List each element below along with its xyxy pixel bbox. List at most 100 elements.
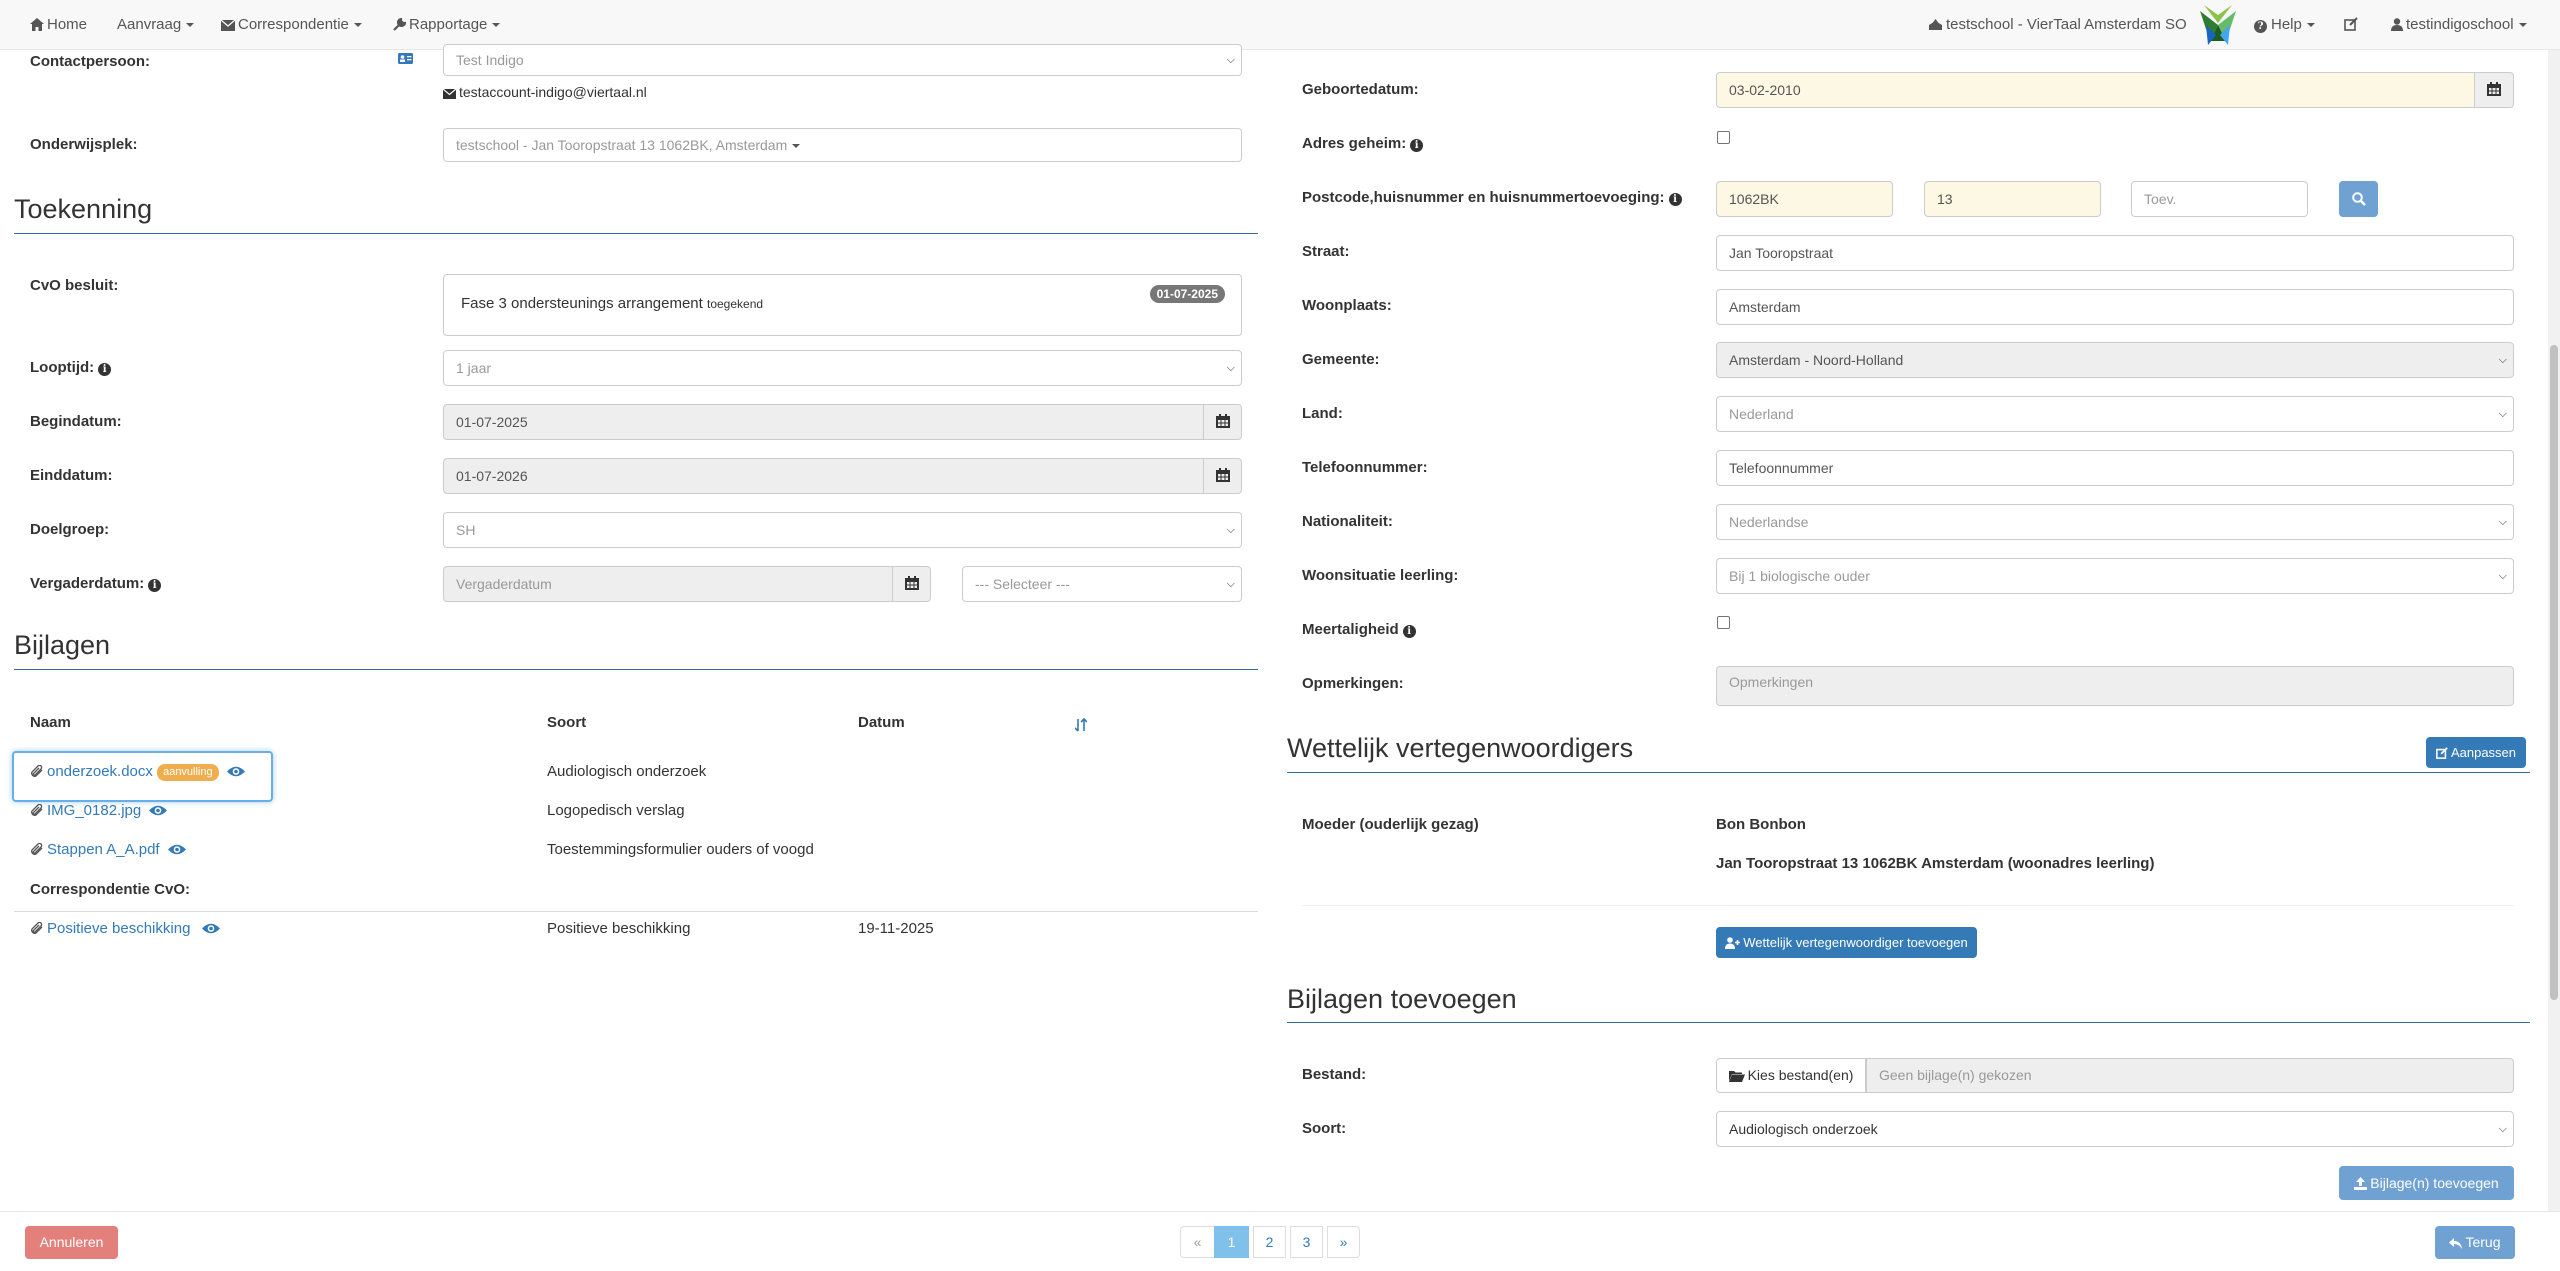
wv-add-label: Wettelijk vertegenwoordiger toevoegen [1743, 935, 1968, 950]
begindatum-calendar-button[interactable] [1203, 404, 1242, 440]
terug-button[interactable]: Terug [2435, 1226, 2515, 1259]
einddatum-label: Einddatum: [30, 467, 113, 484]
geboortedatum-calendar-button[interactable] [2474, 72, 2514, 108]
gemeente-select[interactable]: Amsterdam - Noord-Holland ⌵ [1716, 342, 2514, 378]
nav-home[interactable]: Home [30, 0, 87, 50]
wv-add-button[interactable]: Wettelijk vertegenwoordiger toevoegen [1716, 927, 1977, 958]
pagination-page-2[interactable]: 2 [1253, 1226, 1286, 1258]
pagination-next[interactable]: » [1327, 1226, 1360, 1258]
opmerkingen-textarea[interactable]: Opmerkingen [1716, 666, 2514, 706]
postcode-search-button[interactable] [2339, 181, 2378, 217]
scrollbar-thumb[interactable] [2550, 345, 2558, 1000]
info-icon[interactable]: i [1668, 193, 1682, 206]
land-select[interactable]: Nederland ⌵ [1716, 396, 2514, 432]
chevron-down-icon: ⌵ [1226, 54, 1235, 66]
woonsituatie-select[interactable]: Bij 1 biologische ouder ⌵ [1716, 558, 2514, 594]
info-icon[interactable]: i [148, 579, 162, 592]
bestand-filename-input[interactable]: Geen bijlage(n) gekozen [1866, 1058, 2514, 1093]
nationaliteit-select[interactable]: Nederlandse ⌵ [1716, 504, 2514, 540]
adres-geheim-checkbox[interactable] [1717, 131, 1730, 144]
eye-icon[interactable] [226, 765, 246, 778]
doelgroep-select[interactable]: SH ⌵ [443, 512, 1242, 548]
onderwijsplek-label: Onderwijsplek: [30, 136, 138, 153]
bijlagen-toevoegen-button[interactable]: Bijlage(n) toevoegen [2339, 1166, 2514, 1200]
user-icon [2391, 18, 2403, 31]
file-link[interactable]: Stappen A_A.pdf [47, 841, 160, 858]
contactpersoon-select[interactable]: Test Indigo ⌵ [443, 44, 1242, 76]
caret-down-icon [186, 23, 195, 28]
info-icon[interactable]: i [1402, 625, 1416, 638]
telefoon-input[interactable]: Telefoonnummer [1716, 450, 2514, 486]
contactpersoon-label: Contactpersoon: [30, 53, 150, 70]
meertaligheid-checkbox[interactable] [1717, 616, 1730, 629]
file-row[interactable]: Stappen A_A.pdf [30, 841, 190, 858]
pagination-page-1[interactable]: 1 [1214, 1226, 1249, 1258]
annuleren-button[interactable]: Annuleren [25, 1226, 118, 1259]
wv-role: Moeder (ouderlijk gezag) [1302, 816, 1479, 833]
chevron-down-icon: ⌵ [1226, 578, 1235, 590]
nav-school[interactable]: testschool - VierTaal Amsterdam SO [1928, 0, 2187, 50]
pagination-prev[interactable]: « [1180, 1226, 1215, 1258]
adres-geheim-label-text: Adres geheim: [1302, 135, 1407, 152]
woonplaats-input[interactable]: Amsterdam [1716, 289, 2514, 325]
vergaderdatum-calendar-button[interactable] [892, 566, 931, 602]
gemeente-value: Amsterdam - Noord-Holland [1729, 352, 1904, 368]
nav-help[interactable]: ? Help [2254, 0, 2315, 50]
eye-icon[interactable] [167, 843, 187, 856]
col-naam[interactable]: Naam [30, 714, 71, 731]
looptijd-label: Looptijd: i [30, 359, 112, 376]
nav-correspondentie[interactable]: Correspondentie [221, 0, 362, 50]
begindatum-input[interactable]: 01-07-2025 [443, 404, 1204, 440]
soort-select[interactable]: Audiologisch onderzoek ⌵ [1716, 1111, 2514, 1147]
sort-icon[interactable] [1074, 717, 1088, 736]
geboortedatum-value: 03-02-2010 [1729, 82, 1801, 98]
col-soort[interactable]: Soort [547, 714, 586, 731]
scrollbar-track[interactable] [2548, 50, 2560, 1211]
straat-label: Straat: [1302, 243, 1350, 260]
straat-input[interactable]: Jan Tooropstraat [1716, 235, 2514, 271]
looptijd-select[interactable]: 1 jaar ⌵ [443, 350, 1242, 386]
nav-edit[interactable] [2344, 0, 2361, 50]
wv-address: Jan Tooropstraat 13 1062BK Amsterdam (wo… [1716, 855, 2155, 872]
nav-help-label: Help [2271, 16, 2302, 33]
contact-card-icon[interactable] [398, 51, 413, 68]
toekenning-title: Toekenning [14, 194, 153, 224]
caret-down-icon [2518, 23, 2527, 28]
cvo-besluit-title: Fase 3 ondersteunings arrangement [461, 295, 703, 312]
bijlagen-toevoegen-label: Bijlage(n) toevoegen [2370, 1175, 2499, 1191]
geboortedatum-input[interactable]: 03-02-2010 [1716, 72, 2475, 108]
einddatum-input[interactable]: 01-07-2026 [443, 458, 1204, 494]
question-circle-icon: ? [2254, 20, 2267, 33]
file-row[interactable]: onderzoek.docx aanvulling [30, 763, 249, 781]
kies-bestand-button[interactable]: Kies bestand(en) [1716, 1058, 1866, 1093]
woonplaats-value: Amsterdam [1729, 299, 1801, 315]
eye-icon[interactable] [148, 804, 168, 817]
wv-name: Bon Bonbon [1716, 816, 1806, 833]
info-icon[interactable]: i [1410, 139, 1424, 152]
nav-rapportage[interactable]: Rapportage [393, 0, 501, 50]
corr-file-soort: Positieve beschikking [547, 920, 691, 937]
huisnummer-input[interactable]: 13 [1924, 181, 2101, 217]
onderwijsplek-dropdown[interactable]: testschool - Jan Tooropstraat 13 1062BK,… [443, 128, 1242, 162]
col-datum[interactable]: Datum [858, 714, 905, 731]
pagination-page-3[interactable]: 3 [1290, 1226, 1323, 1258]
aanpassen-button[interactable]: Aanpassen [2426, 737, 2526, 768]
corr-file-link[interactable]: Positieve beschikking [47, 920, 190, 937]
info-icon[interactable]: i [98, 363, 112, 376]
vergaderdatum-input[interactable]: Vergaderdatum [443, 566, 893, 602]
huisnummer-value: 13 [1937, 191, 1953, 207]
nav-user[interactable]: testindigoschool [2391, 0, 2527, 50]
file-row[interactable]: IMG_0182.jpg [30, 802, 171, 819]
eye-icon[interactable] [201, 922, 221, 935]
caret-down-icon [792, 144, 801, 149]
adres-geheim-label: Adres geheim: i [1302, 135, 1424, 152]
corr-file-row[interactable]: Positieve beschikking [30, 920, 224, 937]
vergaderdatum-select[interactable]: --- Selecteer --- ⌵ [962, 566, 1242, 602]
file-link[interactable]: onderzoek.docx [47, 763, 153, 780]
nav-aanvraag[interactable]: Aanvraag [117, 0, 195, 50]
postcode-label: Postcode,huisnummer en huisnummertoevoeg… [1302, 189, 1682, 206]
toevoeging-input[interactable]: Toev. [2131, 181, 2308, 217]
file-link[interactable]: IMG_0182.jpg [47, 802, 141, 819]
postcode-input[interactable]: 1062BK [1716, 181, 1893, 217]
einddatum-calendar-button[interactable] [1203, 458, 1242, 494]
